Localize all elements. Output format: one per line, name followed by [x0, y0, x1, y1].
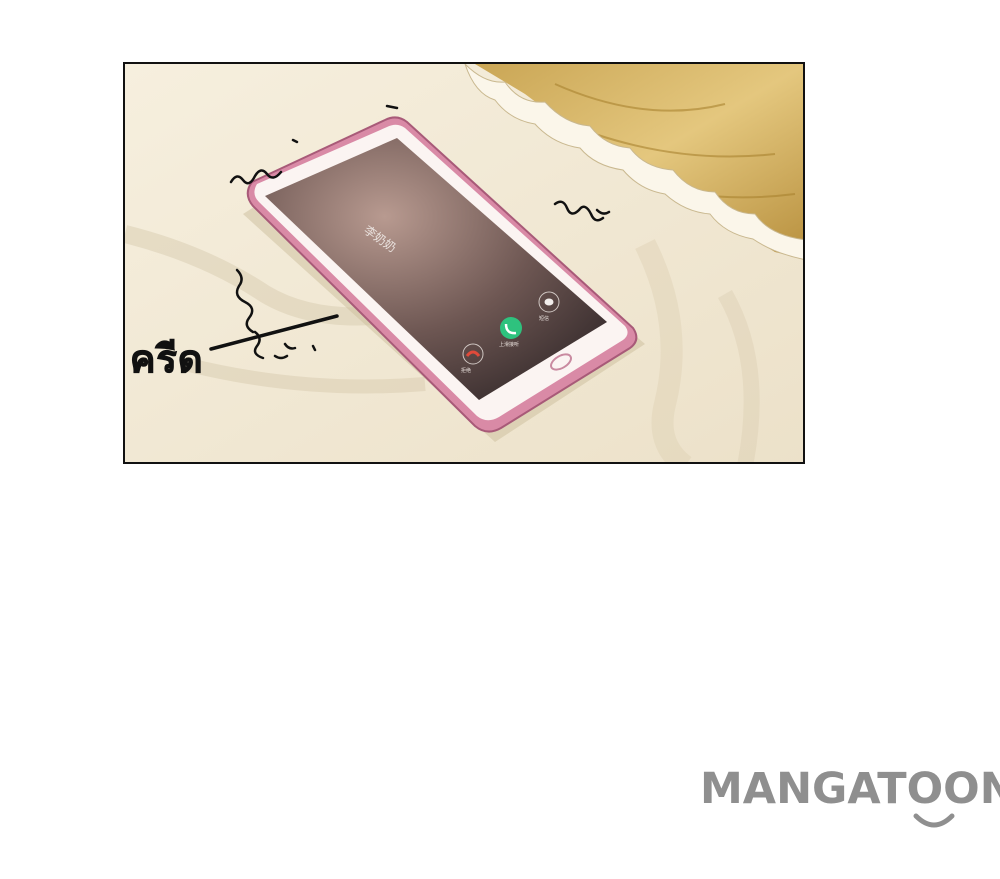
- accept-call-button[interactable]: [500, 317, 522, 339]
- decline-label: 拒绝: [461, 367, 471, 374]
- mangatoon-watermark: MANGATOON: [700, 764, 1000, 814]
- comic-panel: 李奶奶 拒绝 上滑接听 短信: [123, 62, 805, 464]
- chat-bubble-icon: [544, 298, 554, 306]
- accept-label: 上滑接听: [499, 341, 519, 348]
- message-label: 短信: [539, 315, 549, 322]
- watermark-smile-icon: [913, 813, 955, 828]
- sound-effect-text: ครีด: [130, 337, 204, 382]
- scene-illustration: 李奶奶 拒绝 上滑接听 短信: [125, 64, 803, 462]
